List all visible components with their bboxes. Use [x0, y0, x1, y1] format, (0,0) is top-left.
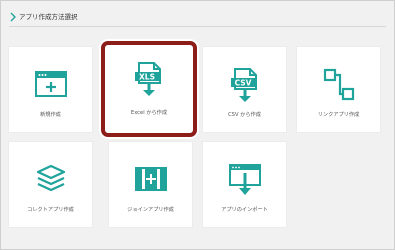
- tile-link-app[interactable]: リンクアプリ作成: [296, 46, 381, 133]
- tile-label: リンクアプリ作成: [317, 112, 360, 118]
- xls-file-icon: XLS: [135, 62, 161, 96]
- tile-collect-app[interactable]: コレクトアプリ作成: [8, 141, 93, 228]
- chevron-right-icon: [10, 12, 16, 22]
- link-app-icon: [323, 68, 354, 101]
- xls-badge: XLS: [139, 73, 155, 82]
- csv-file-icon: CSV: [230, 68, 257, 102]
- app-create-panel: アプリ作成方法選択 新規作成 XLS Excel から作成 CSV CSV から…: [0, 0, 395, 250]
- import-app-icon: [228, 164, 261, 195]
- tile-excel-import[interactable]: XLS Excel から作成: [101, 41, 197, 137]
- tile-label: アプリのインポート: [221, 207, 268, 213]
- tile-join-app[interactable]: ジョインアプリ作成: [108, 141, 193, 228]
- tile-new-app[interactable]: 新規作成: [8, 46, 93, 133]
- layers-icon: [36, 164, 65, 192]
- tile-app-import[interactable]: アプリのインポート: [202, 141, 287, 228]
- tile-label: ジョインアプリ作成: [127, 207, 174, 213]
- tile-csv-import[interactable]: CSV CSV から作成: [202, 46, 287, 133]
- new-app-icon: [34, 71, 67, 97]
- tile-label: CSV から作成: [228, 112, 261, 118]
- tile-label: Excel から作成: [130, 110, 168, 116]
- header-divider: [9, 26, 386, 27]
- section-header: アプリ作成方法選択: [1, 1, 394, 35]
- tile-label: 新規作成: [40, 112, 61, 118]
- section-title: アプリ作成方法選択: [19, 13, 78, 21]
- csv-badge: CSV: [234, 79, 251, 88]
- join-app-icon: [134, 167, 167, 191]
- tile-label: コレクトアプリ作成: [27, 207, 74, 213]
